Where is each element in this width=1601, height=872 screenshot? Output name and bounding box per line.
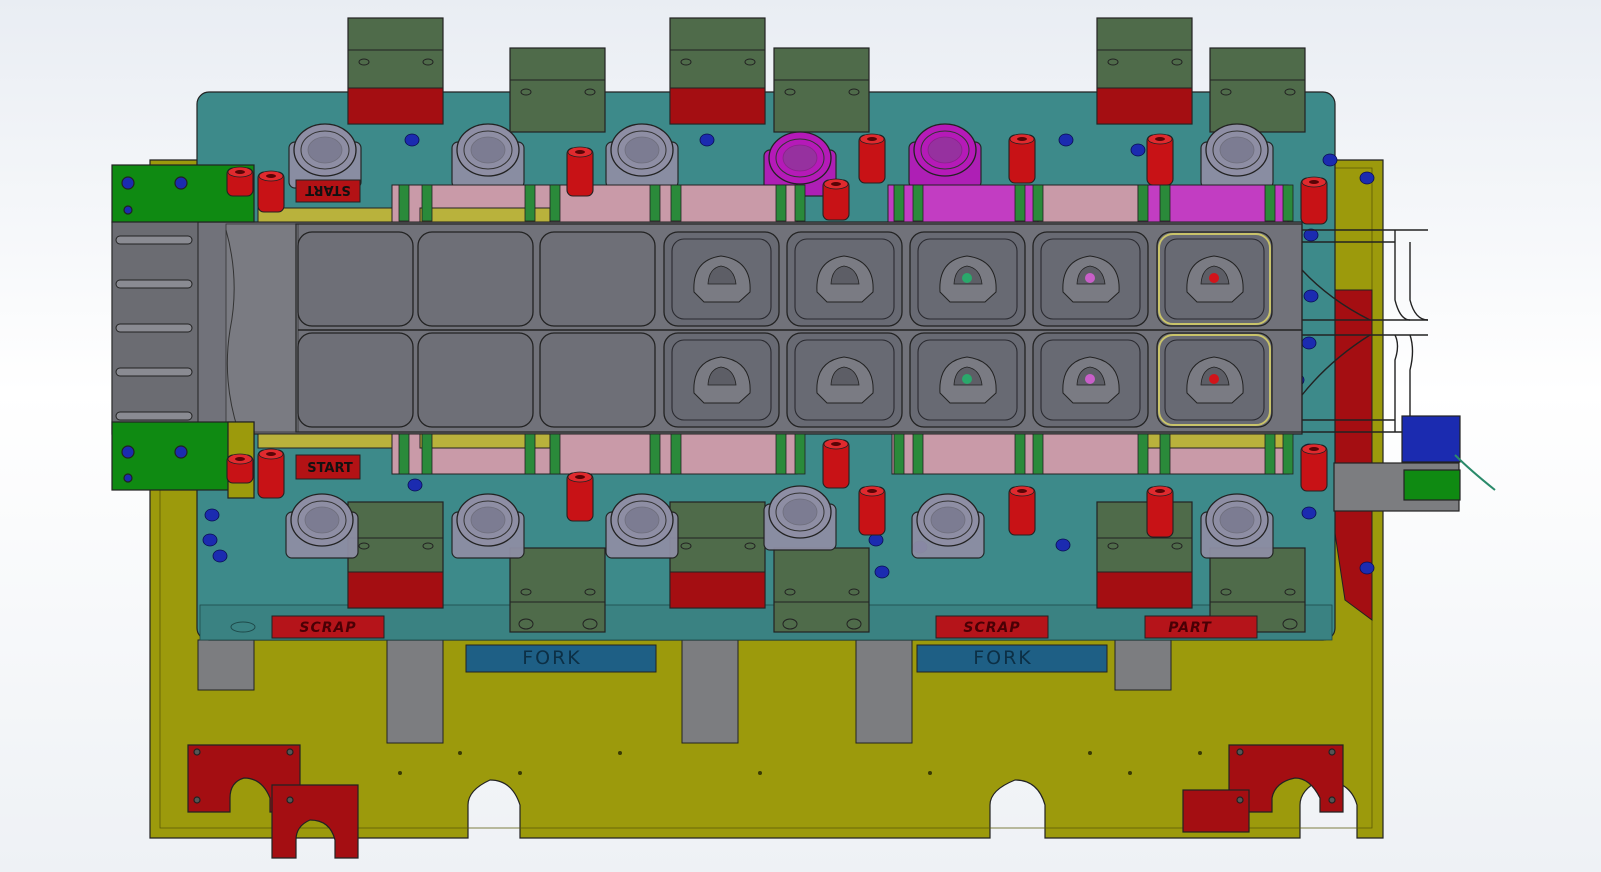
stripper-spring	[858, 485, 886, 536]
sensor-dot	[1303, 228, 1319, 242]
guide-block	[773, 547, 870, 633]
stripper-spring	[1146, 133, 1174, 186]
cad-viewport[interactable]: START START SCRAP SCRAP PART FORK FORK	[0, 0, 1601, 872]
sensor-dot	[1303, 289, 1319, 303]
sensor-dot	[699, 133, 715, 147]
die-station	[786, 231, 903, 327]
stripper-spring	[1008, 485, 1036, 536]
sensor-dot	[212, 549, 228, 563]
start-text-top: START	[305, 182, 351, 197]
die-station	[909, 332, 1026, 428]
stripper-spring	[226, 166, 254, 197]
fork-plate-left: FORK	[465, 644, 657, 673]
start-text-bottom: START	[307, 461, 353, 476]
die-station	[297, 231, 414, 327]
die-assembly-drawing: START START SCRAP SCRAP PART FORK FORK	[111, 17, 1496, 859]
scrap-text-right: SCRAP	[963, 620, 1020, 636]
start-label-top: START	[295, 179, 361, 203]
fork-text-left: FORK	[522, 647, 582, 669]
sensor-dot	[1301, 506, 1317, 520]
die-station	[663, 231, 780, 327]
stripper-spring	[822, 178, 850, 221]
sensor-dot	[868, 533, 884, 547]
scrap-plate-left: SCRAP	[271, 615, 385, 639]
stripper-spring	[566, 471, 594, 522]
stripper-spring	[822, 438, 850, 489]
die-station	[1156, 231, 1273, 327]
stripper-spring	[1146, 485, 1174, 538]
guide-block	[1209, 47, 1306, 133]
die-station	[1032, 332, 1149, 428]
stripper-spring	[257, 170, 285, 213]
guide-block	[669, 17, 766, 125]
guide-block	[773, 47, 870, 133]
sensor-dot	[1130, 143, 1146, 157]
sensor-dot	[1322, 153, 1338, 167]
guide-block	[509, 47, 606, 133]
sensor-dot	[404, 133, 420, 147]
die-station	[417, 231, 534, 327]
stripper-spring	[1008, 133, 1036, 184]
die-station	[909, 231, 1026, 327]
stripper-spring	[858, 133, 886, 184]
guide-block	[1096, 17, 1193, 125]
scrap-plate-right: SCRAP	[935, 615, 1049, 639]
die-station	[297, 332, 414, 428]
stripper-spring	[1300, 443, 1328, 492]
die-station	[417, 332, 534, 428]
guide-block	[1096, 501, 1193, 609]
sensor-dot	[407, 478, 423, 492]
die-station	[539, 332, 656, 428]
die-station	[1032, 231, 1149, 327]
stripper-spring	[226, 453, 254, 484]
scrap-text-left: SCRAP	[299, 620, 356, 636]
fork-plate-right: FORK	[916, 644, 1108, 673]
strip-entry-guide	[111, 221, 199, 435]
sensor-dot	[874, 565, 890, 579]
sensor-dot	[1055, 538, 1071, 552]
die-station	[539, 231, 656, 327]
sensor-dot	[1301, 336, 1317, 350]
stripper-spring	[566, 146, 594, 197]
sensor-dot	[202, 533, 218, 547]
start-label-bottom: START	[295, 454, 361, 480]
guide-block	[347, 17, 444, 125]
fork-text-right: FORK	[973, 647, 1033, 669]
die-station	[1156, 332, 1273, 428]
die-station	[786, 332, 903, 428]
guide-block	[509, 547, 606, 633]
stripper-spring	[257, 448, 285, 499]
sensor-dot	[1359, 171, 1375, 185]
sensor-dot	[204, 508, 220, 522]
part-text: PART	[1168, 620, 1212, 636]
guide-block	[347, 501, 444, 609]
sensor-dot	[1058, 133, 1074, 147]
stripper-spring	[1300, 176, 1328, 225]
die-station	[663, 332, 780, 428]
guide-block	[669, 501, 766, 609]
part-plate: PART	[1144, 615, 1258, 639]
sensor-dot	[1359, 561, 1375, 575]
